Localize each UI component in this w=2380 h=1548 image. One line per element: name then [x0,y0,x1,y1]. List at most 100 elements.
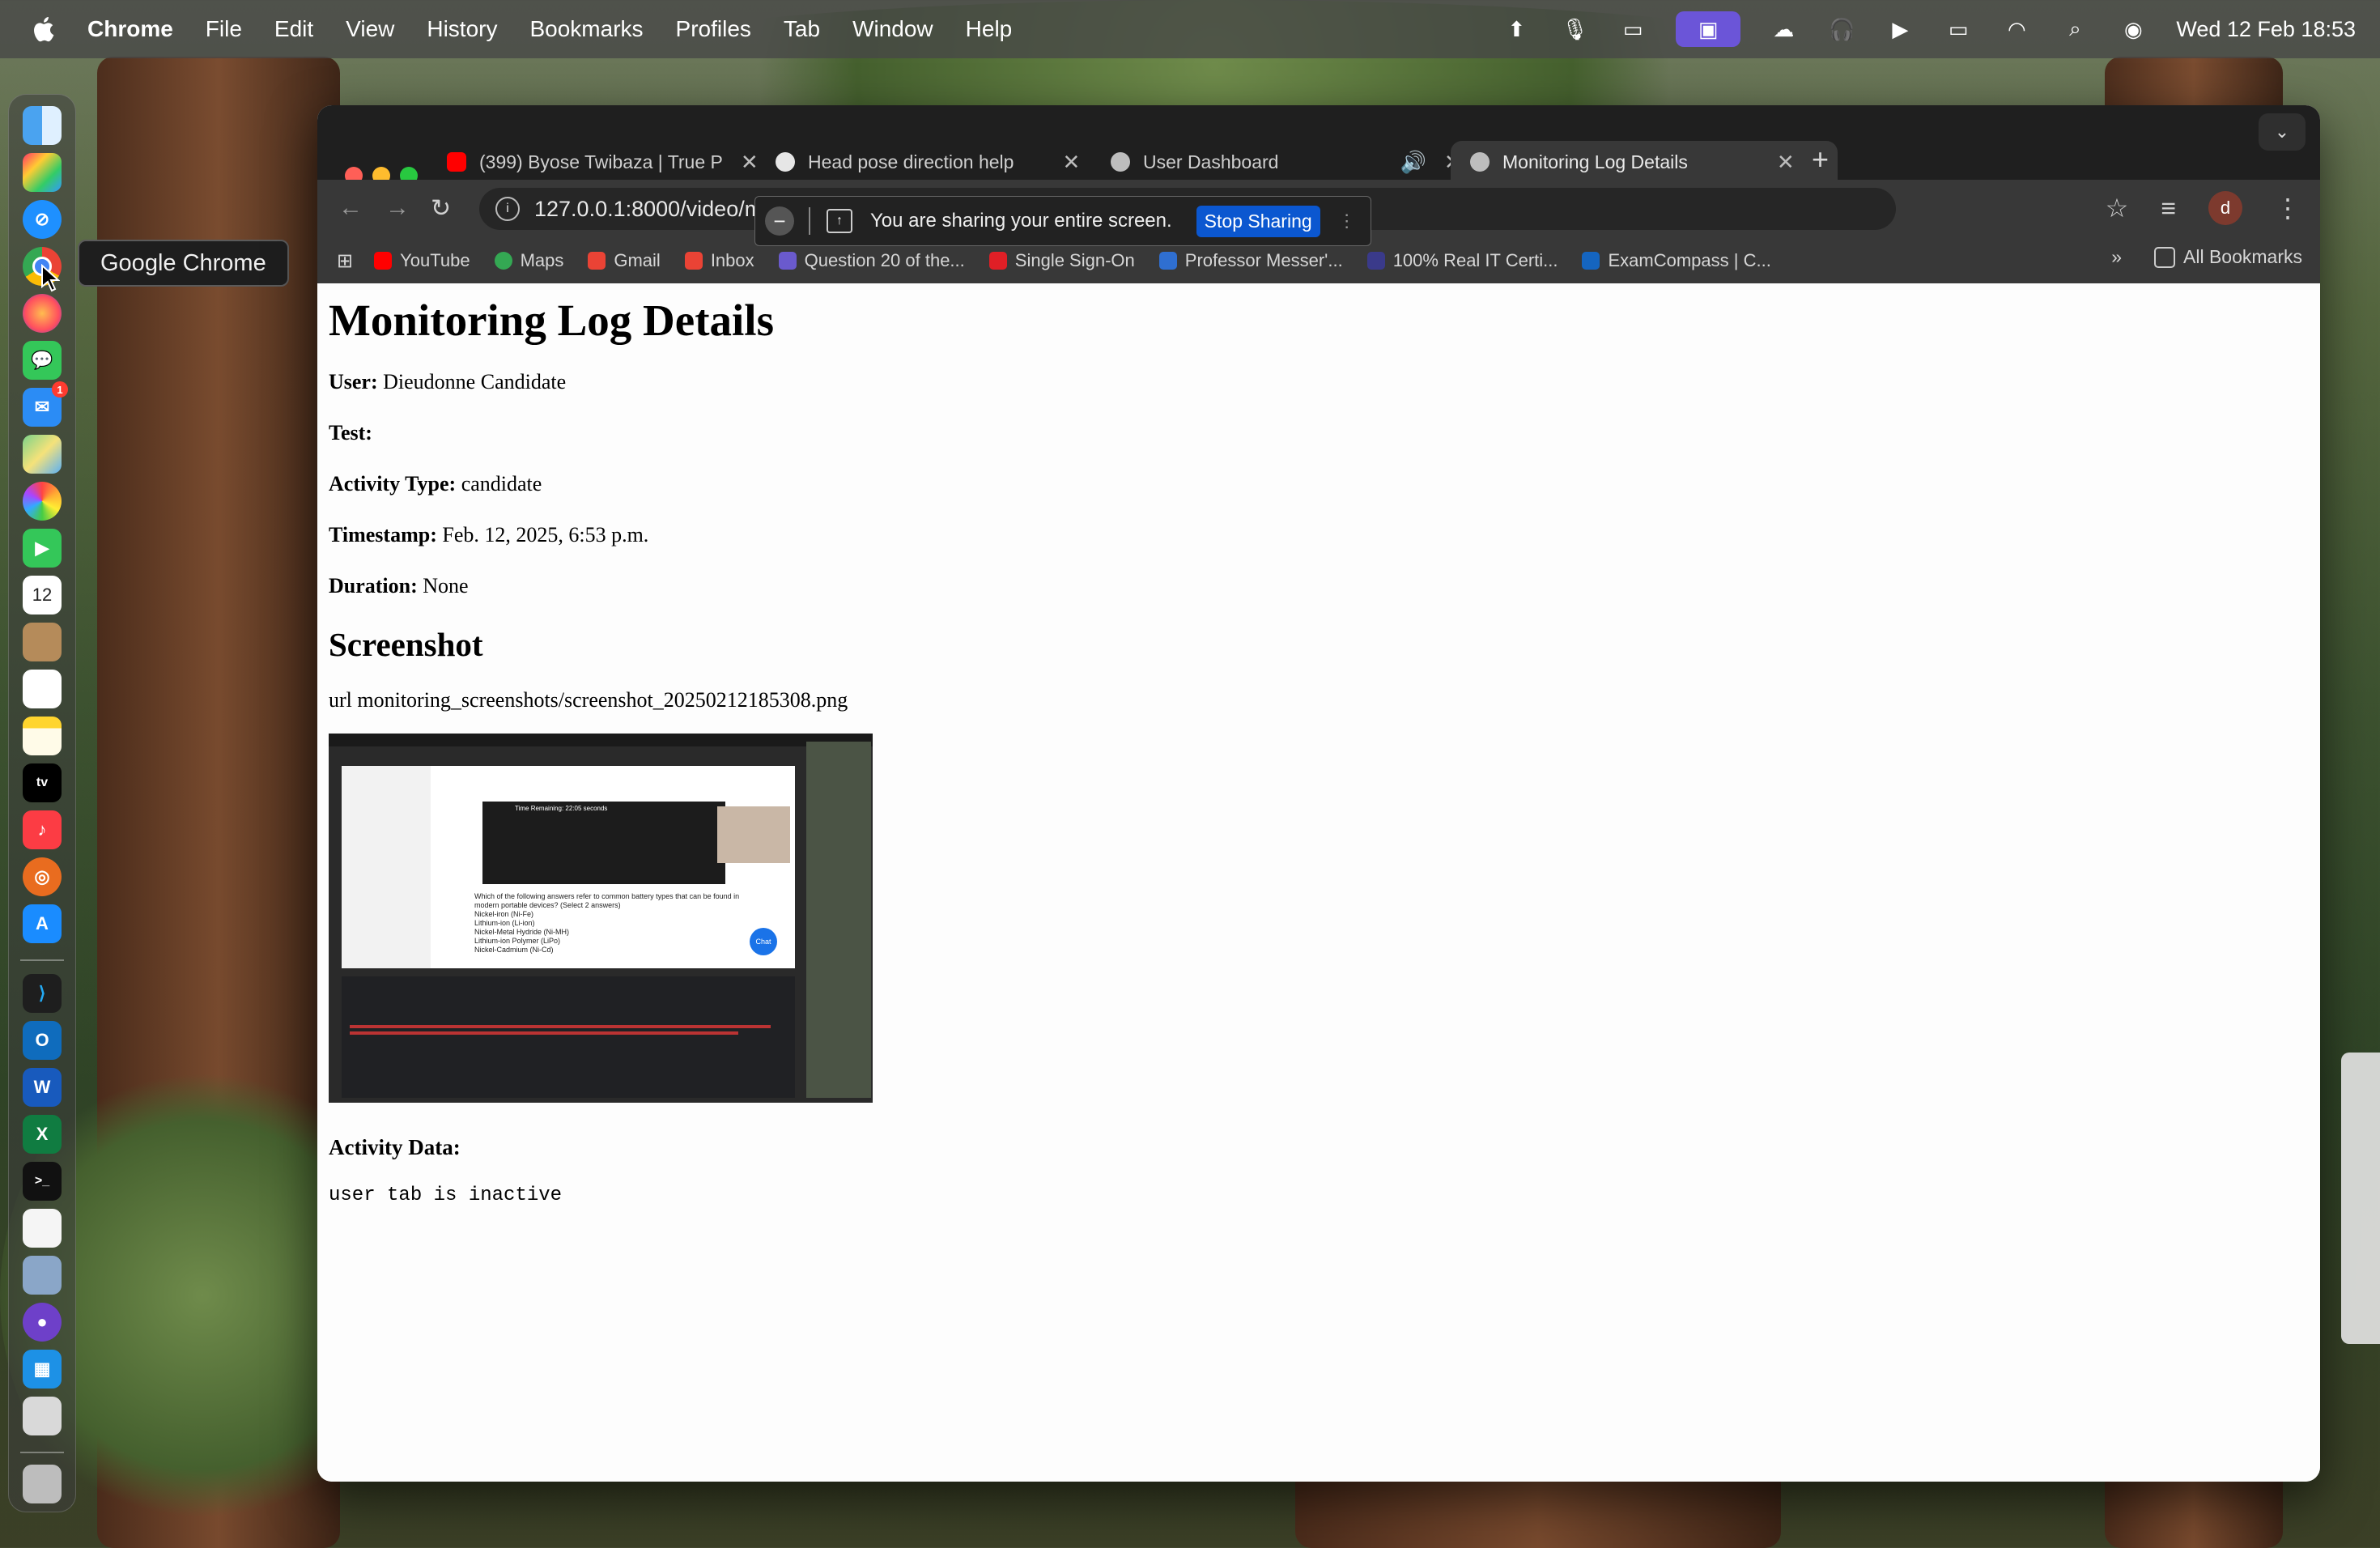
tab-youtube[interactable]: (399) Byose Twibaza | True P ✕ [447,141,759,183]
menu-tab[interactable]: Tab [784,16,820,42]
finder-icon[interactable] [23,106,62,145]
headphones-icon[interactable]: 🎧 [1826,17,1857,41]
minimize-sharing-bar-icon[interactable]: − [765,206,794,236]
menu-bookmarks[interactable]: Bookmarks [529,16,643,42]
apps-grid-icon[interactable]: ⊞ [337,249,353,273]
firefox-icon[interactable] [23,294,62,333]
mail-badge: 1 [52,381,68,398]
maps-icon[interactable] [23,435,62,474]
bookmark-youtube[interactable]: YouTube [374,250,470,271]
safari-icon[interactable]: ⊘ [23,200,62,239]
mail-icon[interactable]: ✉ 1 [23,381,68,427]
facetime-icon[interactable]: ▶ [23,529,62,568]
mouse-cursor-icon [41,264,60,292]
app-store-icon[interactable]: A [23,904,62,943]
menu-file[interactable]: File [206,16,242,42]
site-info-icon[interactable]: i [495,197,520,221]
github-desktop-icon[interactable]: ● [23,1303,62,1342]
bookmark-sso[interactable]: Single Sign-On [988,250,1135,271]
preview-icon[interactable] [23,1256,62,1295]
terminal-icon[interactable]: >_ [23,1162,62,1201]
globe-icon [1111,152,1130,172]
drag-handle-icon[interactable]: ⋮ [1338,211,1356,232]
weather-icon[interactable]: ☁ [1768,17,1799,41]
outlook-icon[interactable]: O [23,1021,62,1060]
word-icon[interactable]: W [23,1068,62,1107]
thumb-question-text: Which of the following answers refer to … [474,892,740,909]
tab-user-dashboard[interactable]: User Dashboard 🔊 ✕ [1111,141,1462,183]
database-icon[interactable] [23,1397,62,1435]
apple-tv-icon[interactable]: tv [23,763,62,802]
photos-icon[interactable] [23,482,62,521]
thumb-desktop-edge [806,742,871,1098]
excel-icon[interactable]: X [23,1115,62,1154]
bookmark-professor-messer[interactable]: Professor Messer'... [1158,250,1343,271]
gmail-icon [684,252,703,270]
battery-icon[interactable]: ▭ [1943,17,1974,41]
menu-window[interactable]: Window [852,16,933,42]
speaker-icon[interactable]: 🔊 [1400,150,1426,175]
docker-icon[interactable]: ▦ [23,1350,62,1389]
now-playing-icon[interactable]: ▶ [1885,17,1915,41]
calendar-day: 12 [32,585,53,605]
control-center-icon[interactable]: ◉ [2118,17,2148,41]
screen-mirroring-icon[interactable]: ▣ [1676,11,1741,47]
bookmark-maps[interactable]: Maps [494,250,563,271]
bookmark-inbox[interactable]: Inbox [684,250,754,271]
close-tab-icon[interactable]: ✕ [741,150,759,175]
forward-arrow-icon[interactable]: → [385,194,410,222]
messages-icon[interactable]: 💬 [23,341,62,380]
contacts-icon[interactable] [23,623,62,661]
close-tab-icon[interactable]: ✕ [1062,150,1080,175]
screen-share-status-icon[interactable]: ⬆ [1501,17,1532,41]
menu-history[interactable]: History [427,16,497,42]
thumb-option: Nickel-Cadmium (Ni-Cd) [474,946,554,954]
bookmark-real-it-cert[interactable]: 100% Real IT Certi... [1366,250,1558,271]
menu-view[interactable]: View [346,16,394,42]
more-bookmarks-chevron-icon[interactable]: » [2111,246,2122,268]
notes-icon[interactable] [23,717,62,755]
textedit-icon[interactable] [23,1209,62,1248]
bookmark-star-icon[interactable]: ☆ [2106,193,2129,223]
spotlight-search-icon[interactable]: ⌕ [2059,16,2090,41]
menu-clock[interactable]: Wed 12 Feb 18:53 [2176,17,2356,42]
menu-help[interactable]: Help [966,16,1013,42]
podcasts-icon[interactable]: ◎ [23,857,62,896]
stop-sharing-button[interactable]: Stop Sharing [1196,205,1320,237]
calendar-icon[interactable]: 12 [23,576,62,615]
field-label: Activity Type: [329,472,457,495]
tab-search-chevron-icon[interactable]: ⌄ [2259,113,2306,151]
media-controls-icon[interactable]: ≡ [2161,194,2176,223]
back-arrow-icon[interactable]: ← [338,194,363,222]
dock: ⊘ 💬 ✉ 1 ▶ 12 tv ♪ ◎ A ⟩ O W X >_ ● ▦ [8,94,76,1512]
thumb-option: Lithium-ion Polymer (LiPo) [474,937,561,945]
profile-avatar[interactable]: d [2208,191,2242,225]
microphone-icon[interactable]: 🎙 [1559,17,1590,41]
menu-app-name[interactable]: Chrome [87,16,173,42]
tab-monitoring-log[interactable]: Monitoring Log Details ✕ [1451,141,1838,183]
tab-head-pose[interactable]: Head pose direction help ✕ [776,141,1080,183]
menu-edit[interactable]: Edit [274,16,313,42]
launchpad-icon[interactable] [23,153,62,192]
wifi-icon[interactable]: ◠ [2001,17,2032,41]
screenshot-image[interactable]: Time Remaining: 22:05 seconds Which of t… [329,734,873,1103]
music-icon[interactable]: ♪ [23,810,62,849]
camera-icon[interactable]: ▭ [1617,17,1648,41]
bookmark-question-20[interactable]: Question 20 of the... [778,250,965,271]
bookmark-examcompass[interactable]: ExamCompass | C... [1582,250,1771,271]
field-activity-type: Activity Type: candidate [329,472,873,496]
reminders-icon[interactable] [23,670,62,708]
more-menu-icon[interactable]: ⋮ [2275,193,2301,223]
all-bookmarks-folder[interactable]: All Bookmarks [2154,246,2302,268]
field-test: Test: [329,421,873,445]
new-tab-button[interactable]: + [1812,142,1829,176]
vscode-icon[interactable]: ⟩ [23,974,62,1013]
reload-icon[interactable]: ↻ [431,194,451,223]
sharing-message: You are sharing your entire screen. [870,210,1172,232]
close-tab-icon[interactable]: ✕ [1777,150,1795,175]
apple-logo-icon[interactable] [29,14,60,45]
trash-icon[interactable] [23,1465,62,1503]
page-content: Monitoring Log Details User: Dieudonne C… [317,283,2320,1482]
menu-profiles[interactable]: Profiles [676,16,751,42]
bookmark-gmail[interactable]: Gmail [588,250,661,271]
